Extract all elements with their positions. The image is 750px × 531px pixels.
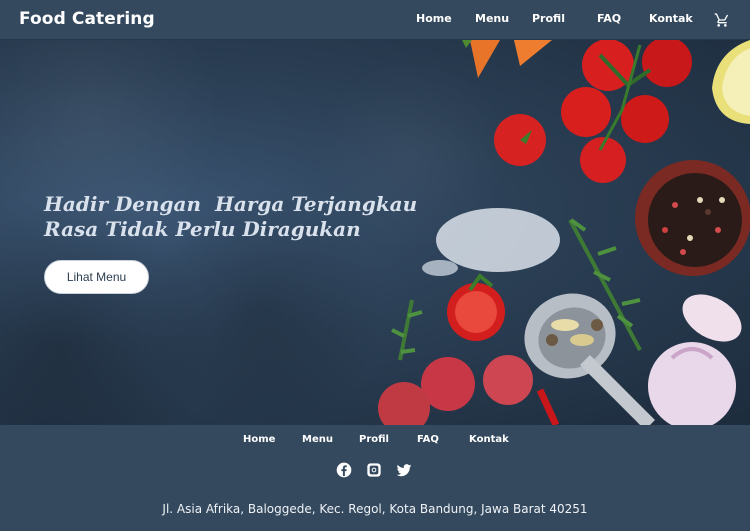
nav-home[interactable]: Home [416, 12, 452, 25]
nav-faq[interactable]: FAQ [597, 12, 621, 25]
cart-icon[interactable] [714, 12, 730, 28]
instagram-icon[interactable] [366, 462, 382, 478]
view-menu-button[interactable]: Lihat Menu [44, 260, 149, 294]
hero-headline-line-1: Hadir Dengan Harga Terjangkau [44, 192, 418, 216]
brand-logo[interactable]: Food Catering [19, 9, 155, 29]
footer-address: Jl. Asia Afrika, Baloggede, Kec. Regol, … [162, 502, 588, 516]
footer-nav-home[interactable]: Home [243, 434, 275, 445]
hero-headline: Hadir Dengan Harga Terjangkau Rasa Tidak… [44, 192, 417, 242]
footer-nav-profil[interactable]: Profil [359, 434, 389, 445]
nav-kontak[interactable]: Kontak [649, 12, 693, 25]
footer-nav-faq[interactable]: FAQ [417, 434, 439, 445]
footer: Home Menu Profil FAQ Kontak Jl. Asia Afr… [0, 425, 750, 531]
top-navbar: Food Catering Home Menu Profil FAQ Konta… [0, 0, 750, 40]
footer-nav-menu[interactable]: Menu [302, 434, 333, 445]
hero-headline-line-2: Rasa Tidak Perlu Diragukan [44, 217, 361, 241]
facebook-icon[interactable] [336, 462, 352, 478]
nav-profil[interactable]: Profil [532, 12, 565, 25]
twitter-icon[interactable] [396, 462, 412, 478]
footer-nav-kontak[interactable]: Kontak [469, 434, 509, 445]
nav-menu[interactable]: Menu [475, 12, 509, 25]
hero-banner: Hadir Dengan Harga Terjangkau Rasa Tidak… [0, 40, 750, 425]
